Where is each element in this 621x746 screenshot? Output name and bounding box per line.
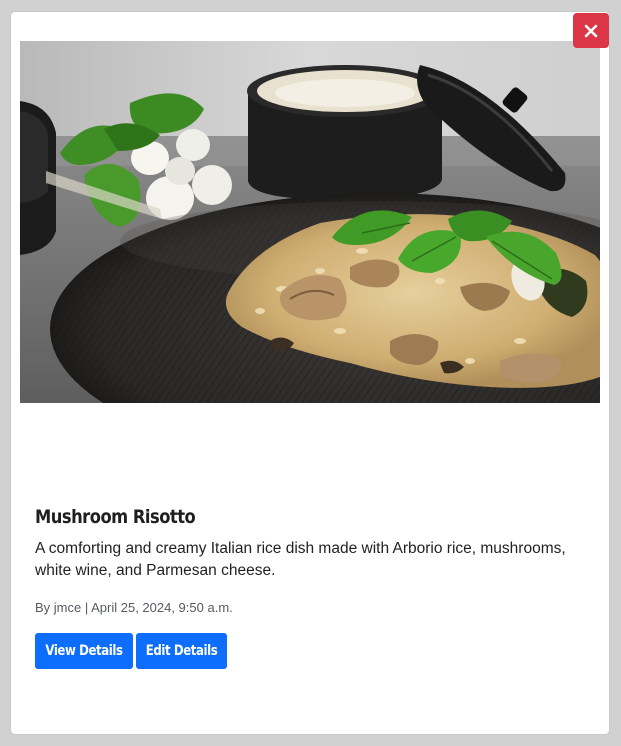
recipe-actions: View Details Edit Details bbox=[35, 633, 595, 669]
edit-details-button[interactable]: Edit Details bbox=[136, 633, 227, 669]
recipe-meta: By jmce | April 25, 2024, 9:50 a.m. bbox=[35, 600, 233, 615]
close-icon bbox=[584, 24, 598, 37]
view-details-label: View Details bbox=[45, 643, 123, 659]
view-details-button[interactable]: View Details bbox=[35, 633, 133, 669]
recipe-description: A comforting and creamy Italian rice dis… bbox=[35, 540, 566, 579]
recipe-content: Mushroom Risotto A comforting and creamy… bbox=[35, 505, 595, 669]
recipe-image bbox=[20, 41, 600, 403]
recipe-title: Mushroom Risotto bbox=[35, 506, 196, 528]
edit-details-label: Edit Details bbox=[145, 643, 218, 659]
close-button[interactable] bbox=[573, 13, 609, 48]
